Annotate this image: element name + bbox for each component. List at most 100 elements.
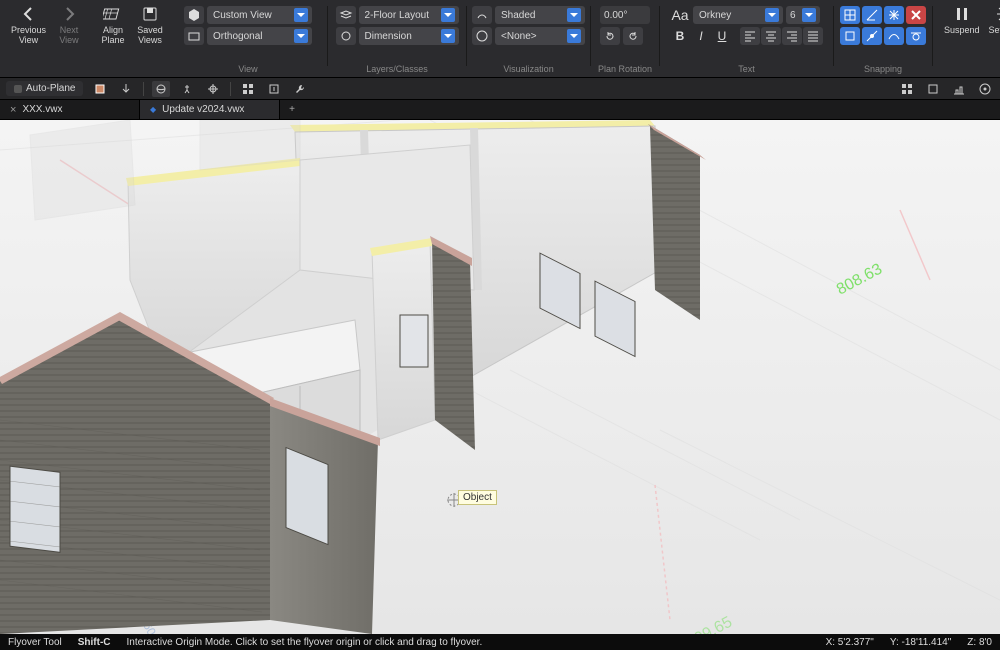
view-dropdown-group: Custom View Orthogonal View [173, 2, 323, 77]
rotate-ccw-button[interactable] [600, 27, 620, 45]
tab-1-label: XXX.vwx [22, 104, 62, 115]
render-icon[interactable] [472, 6, 492, 24]
close-icon[interactable]: × [10, 104, 16, 116]
layers-icon[interactable] [336, 6, 356, 24]
right-panel-button-4[interactable] [976, 81, 994, 97]
snap-intersection-button[interactable] [862, 27, 882, 45]
align-right-button[interactable] [782, 27, 802, 45]
arrow-right-icon [59, 4, 79, 24]
align-plane-label: Align Plane [102, 25, 125, 45]
snap-angle-button[interactable] [862, 6, 882, 24]
next-view-button[interactable]: Next View [52, 2, 86, 45]
projection-icon[interactable] [184, 27, 204, 45]
modified-icon: ◆ [150, 105, 156, 114]
snap-grid-button[interactable] [840, 6, 860, 24]
right-panel-button-2[interactable] [924, 81, 942, 97]
view-dropdown[interactable]: Custom View [207, 6, 312, 24]
saved-views-button[interactable]: Saved Views [133, 2, 167, 45]
tool-wrench-button[interactable] [291, 81, 309, 97]
view-dropdown-value: Custom View [213, 10, 272, 21]
view-cube-icon[interactable] [184, 6, 204, 24]
right-panel-button-3[interactable] [950, 81, 968, 97]
tool-grid-button[interactable] [239, 81, 257, 97]
snap-object-button[interactable] [840, 27, 860, 45]
snap-surface-button[interactable] [884, 27, 904, 45]
font-size-value: 6 [790, 10, 796, 21]
render-dropdown[interactable]: Shaded [495, 6, 585, 24]
layer-dropdown[interactable]: 2-Floor Layout [359, 6, 459, 24]
visualization-group: Shaded <None> Visualization [471, 2, 586, 77]
saved-views-label: Saved Views [137, 25, 163, 45]
pause-icon [952, 4, 972, 24]
render-value: Shaded [501, 10, 535, 21]
grid-plane-icon [103, 4, 123, 24]
mode-bar: Auto-Plane [0, 78, 1000, 100]
align-justify-button[interactable] [803, 27, 823, 45]
tool-orbit-button[interactable] [152, 81, 170, 97]
font-value: Orkney [699, 10, 731, 21]
view-nav-group: Previous View Next View [4, 2, 90, 77]
status-tool: Flyover Tool [8, 637, 62, 648]
mode-arrow-button[interactable] [117, 81, 135, 97]
status-z: Z: 8'0 [967, 637, 992, 648]
viewport-3d[interactable]: 808.63 609.65 2/a600 [0, 120, 1000, 634]
class-icon[interactable] [336, 27, 356, 45]
font-icon: Aa [670, 7, 690, 23]
projection-dropdown[interactable]: Orthogonal [207, 27, 312, 45]
font-dropdown[interactable]: Orkney [693, 6, 783, 24]
auto-plane-toggle[interactable]: Auto-Plane [6, 81, 83, 96]
suspend-button[interactable]: Suspend [941, 2, 983, 35]
view-group-label: View [173, 64, 323, 74]
tool-walk-button[interactable] [178, 81, 196, 97]
rotation-input[interactable] [600, 6, 650, 24]
snap-tangent-button[interactable] [906, 27, 926, 45]
status-bar: Flyover Tool Shift-C Interactive Origin … [0, 634, 1000, 650]
align-plane-button[interactable]: Align Plane [96, 2, 130, 45]
right-panel-button-1[interactable] [898, 81, 916, 97]
checkbox-icon [14, 85, 22, 93]
plan-rotation-group: Plan Rotation [595, 2, 655, 77]
tool-info-button[interactable] [265, 81, 283, 97]
plan-rotation-label: Plan Rotation [595, 64, 655, 74]
model-render: 808.63 609.65 2/a600 [0, 120, 1000, 634]
snap-smart-button[interactable] [884, 6, 904, 24]
save-icon [140, 4, 160, 24]
status-shortcut: Shift-C [78, 637, 111, 648]
rotate-cw-button[interactable] [623, 27, 643, 45]
align-left-button[interactable] [740, 27, 760, 45]
add-tab-button[interactable]: + [280, 100, 304, 119]
status-y: Y: -18'11.414" [890, 637, 951, 648]
snap-settings-button[interactable]: Settings [986, 2, 1000, 35]
next-view-label: Next View [59, 25, 78, 45]
main-toolbar: Previous View Next View Align Plane Save… [0, 0, 1000, 78]
snap-off-button[interactable] [906, 6, 926, 24]
snap-extra-group: Suspend Settings [937, 2, 1000, 77]
tab-1[interactable]: × XXX.vwx [0, 100, 140, 119]
align-center-button[interactable] [761, 27, 781, 45]
snapping-group: Snapping [838, 2, 928, 77]
tool-target-button[interactable] [204, 81, 222, 97]
hover-tooltip: Object [458, 490, 497, 505]
bold-button[interactable]: B [670, 27, 690, 45]
text-group: Aa Orkney 6 B I U Text [664, 2, 829, 77]
previous-view-button[interactable]: Previous View [8, 2, 49, 45]
status-hint: Interactive Origin Mode. Click to set th… [127, 637, 483, 648]
tab-2[interactable]: ◆ Update v2024.vwx [140, 100, 280, 119]
viz-dropdown[interactable]: <None> [495, 27, 585, 45]
layers-classes-label: Layers/Classes [332, 64, 462, 74]
layers-classes-group: 2-Floor Layout Dimension Layers/Classes [332, 2, 462, 77]
text-group-label: Text [664, 64, 829, 74]
underline-button[interactable]: U [712, 27, 732, 45]
italic-button[interactable]: I [691, 27, 711, 45]
tab-2-label: Update v2024.vwx [162, 104, 244, 115]
snap-settings-label: Settings [989, 25, 1000, 35]
font-size-dropdown[interactable]: 6 [786, 6, 820, 24]
projection-value: Orthogonal [213, 31, 262, 42]
plane-group: Align Plane Saved Views [92, 2, 171, 77]
gear-icon [995, 4, 1000, 24]
suspend-label: Suspend [944, 25, 980, 35]
mode-square-button[interactable] [91, 81, 109, 97]
snapping-label: Snapping [838, 64, 928, 74]
class-dropdown[interactable]: Dimension [359, 27, 459, 45]
viz-icon[interactable] [472, 27, 492, 45]
